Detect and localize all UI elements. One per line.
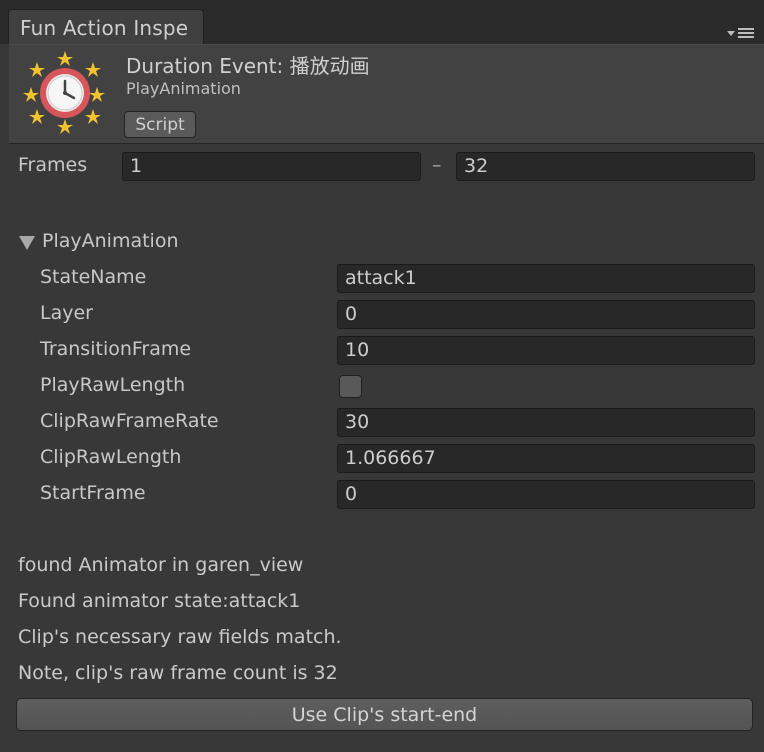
message-line: found Animator in garen_view <box>18 554 304 576</box>
timer-icon <box>23 51 105 134</box>
triangle-down-icon[interactable] <box>19 236 35 250</box>
tab-bar: Fun Action Inspe <box>0 0 764 44</box>
use-clip-start-end-button[interactable]: Use Clip's start-end <box>16 698 753 731</box>
message-line: Clip's necessary raw fields match. <box>18 626 342 648</box>
startframe-label: StartFrame <box>40 482 146 504</box>
layer-field[interactable]: 0 <box>337 300 755 329</box>
foldout-playanimation[interactable]: PlayAnimation <box>42 230 179 252</box>
playrawlength-checkbox[interactable] <box>339 375 362 398</box>
statename-field[interactable]: attack1 <box>337 264 755 293</box>
cliprawframerate-field[interactable]: 30 <box>337 408 755 437</box>
menu-icon[interactable] <box>727 26 755 40</box>
message-line: Note, clip's raw frame count is 32 <box>18 662 338 684</box>
event-class-name: PlayAnimation <box>126 79 241 98</box>
tab-title: Fun Action Inspe <box>20 16 189 40</box>
statename-label: StateName <box>40 266 147 288</box>
event-title: Duration Event: 播放动画 <box>126 54 370 78</box>
cliprawlength-label: ClipRawLength <box>40 446 182 468</box>
script-button[interactable]: Script <box>124 111 196 138</box>
inspector-header: Duration Event: 播放动画 PlayAnimation Scrip… <box>9 44 764 144</box>
frames-separator: – <box>432 154 442 176</box>
cliprawframerate-label: ClipRawFrameRate <box>40 410 219 432</box>
transitionframe-label: TransitionFrame <box>40 338 192 360</box>
transitionframe-field[interactable]: 10 <box>337 336 755 365</box>
playrawlength-label: PlayRawLength <box>40 374 186 396</box>
tab-fun-action-inspector[interactable]: Fun Action Inspe <box>8 9 204 44</box>
startframe-field[interactable]: 0 <box>337 480 755 509</box>
frames-end-field[interactable]: 32 <box>456 152 755 181</box>
frames-label: Frames <box>18 154 88 176</box>
message-line: Found animator state:attack1 <box>18 590 301 612</box>
frames-start-field[interactable]: 1 <box>122 152 421 181</box>
layer-label: Layer <box>40 302 93 324</box>
cliprawlength-field[interactable]: 1.066667 <box>337 444 755 473</box>
